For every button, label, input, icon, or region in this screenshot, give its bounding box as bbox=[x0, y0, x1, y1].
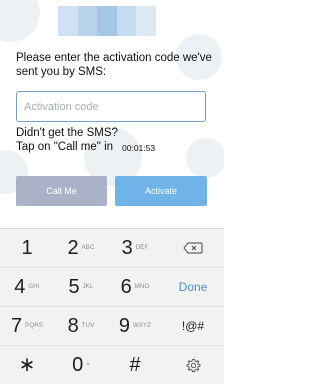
backspace-icon bbox=[183, 242, 203, 254]
key-8[interactable]: 8 TUV bbox=[54, 307, 108, 345]
status-block bbox=[77, 6, 98, 36]
key-3-digit: 3 bbox=[121, 237, 133, 259]
key-5[interactable]: 5 JKL bbox=[54, 268, 108, 306]
key-6-digit: 6 bbox=[120, 276, 132, 298]
call-me-prompt: Tap on "Call me" in bbox=[16, 141, 114, 153]
key-4-letters: GHI bbox=[28, 284, 40, 290]
gear-icon bbox=[186, 358, 201, 373]
countdown-timer: 00:01:53 bbox=[122, 143, 156, 153]
key-7-letters: PQRS bbox=[25, 323, 43, 329]
status-block bbox=[116, 6, 137, 36]
activation-screen: Please enter the activation code we've s… bbox=[0, 0, 224, 218]
key-0-letters: + bbox=[86, 362, 90, 368]
key-9-letters: WXYZ bbox=[132, 323, 152, 329]
instruction-text: Please enter the activation code we've s… bbox=[16, 52, 212, 78]
key-8-letters: TUV bbox=[81, 323, 95, 329]
key-hash[interactable]: # bbox=[108, 346, 162, 384]
key-7[interactable]: 7 PQRS bbox=[0, 307, 54, 345]
background-bubble bbox=[186, 138, 224, 178]
status-block bbox=[58, 6, 78, 36]
key-symbols[interactable]: !@# bbox=[162, 307, 224, 345]
key-0-digit: 0 bbox=[72, 354, 84, 376]
background-bubble bbox=[0, 0, 40, 42]
key-star[interactable]: ∗ bbox=[0, 346, 54, 384]
key-6[interactable]: 6 MNO bbox=[108, 268, 162, 306]
key-4-digit: 4 bbox=[14, 276, 26, 298]
key-1[interactable]: 1 bbox=[0, 229, 54, 267]
key-hash-digit: # bbox=[129, 354, 141, 376]
key-5-digit: 5 bbox=[68, 276, 80, 298]
key-9-digit: 9 bbox=[118, 315, 130, 337]
key-settings[interactable] bbox=[162, 346, 224, 384]
status-bar bbox=[58, 6, 156, 36]
activation-code-input[interactable] bbox=[17, 92, 205, 121]
key-1-digit: 1 bbox=[21, 237, 33, 259]
key-9[interactable]: 9 WXYZ bbox=[108, 307, 162, 345]
key-4[interactable]: 4 GHI bbox=[0, 268, 54, 306]
key-2-letters: ABC bbox=[81, 245, 95, 251]
key-symbols-label: !@# bbox=[181, 319, 205, 333]
key-6-letters: MNO bbox=[134, 284, 150, 290]
status-block bbox=[97, 6, 117, 36]
call-me-button[interactable]: Call Me bbox=[16, 176, 107, 206]
key-8-digit: 8 bbox=[67, 315, 79, 337]
key-3-letters: DEF bbox=[135, 245, 149, 251]
key-2-digit: 2 bbox=[67, 237, 79, 259]
activate-button[interactable]: Activate bbox=[115, 176, 207, 206]
key-done-label: Done bbox=[178, 280, 208, 294]
key-2[interactable]: 2 ABC bbox=[54, 229, 108, 267]
key-star-digit: ∗ bbox=[18, 354, 36, 376]
key-7-digit: 7 bbox=[11, 315, 23, 337]
status-block bbox=[136, 6, 156, 36]
numeric-keyboard: 1 2 ABC 3 DEF 4 GHI 5 JKL 6 MNO Done 7 PQRS 8 TUV 9 WXYZ!… bbox=[0, 228, 224, 384]
key-3[interactable]: 3 DEF bbox=[108, 229, 162, 267]
activation-code-field[interactable] bbox=[16, 91, 206, 122]
key-0[interactable]: 0 + bbox=[54, 346, 108, 384]
key-done[interactable]: Done bbox=[162, 268, 224, 306]
key-5-letters: JKL bbox=[82, 284, 94, 290]
key-backspace[interactable] bbox=[162, 229, 224, 267]
sms-question: Didn't get the SMS? bbox=[16, 127, 118, 139]
